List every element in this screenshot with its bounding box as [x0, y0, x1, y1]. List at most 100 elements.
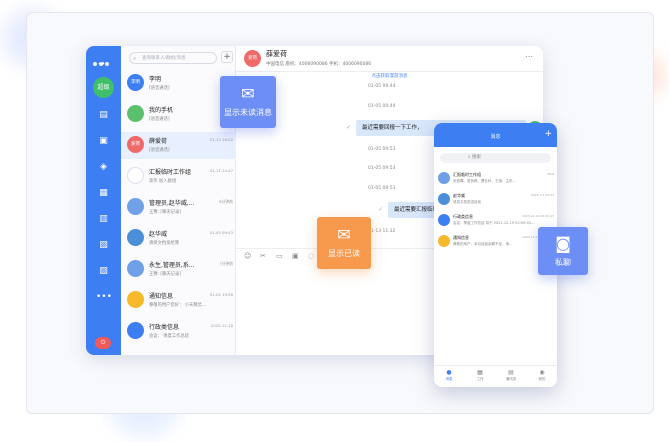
- chat-avatar[interactable]: 爱荷: [244, 50, 261, 67]
- user-avatar[interactable]: 超级: [93, 77, 114, 98]
- left-rail: → 超级 ▤ ▣ ◈ ▦ ▥ ▧ ▨ ••• ⏻: [86, 46, 121, 355]
- contact-avatar: [127, 260, 144, 277]
- mobile-item-time: 2023-12-19 03:09:43: [522, 214, 554, 218]
- timestamp: 01-13 11:32: [368, 229, 396, 234]
- contact-time: 8分钟前: [219, 199, 233, 204]
- add-button[interactable]: +: [221, 51, 233, 63]
- chat-subtitle: 中国电信 座机：4006090086 手机：4006090086: [266, 62, 372, 67]
- chat-bubble-icon: ◙: [555, 234, 571, 253]
- report-icon[interactable]: ▧: [96, 238, 111, 253]
- tab-label: 我的: [538, 377, 546, 381]
- contact-item[interactable]: 管理员,赵华威,... 8分钟前 王豫: [聊天记录]: [121, 194, 236, 221]
- unread-messages-badge[interactable]: ✉ 显示未读消息: [220, 76, 276, 128]
- mobile-item-avatar: [438, 235, 450, 247]
- mobile-title: 消息: [490, 134, 501, 140]
- folder-icon[interactable]: ▭: [276, 252, 283, 260]
- contact-name: 赵华威: [149, 231, 168, 238]
- mobile-add-icon[interactable]: +: [544, 129, 552, 139]
- tab-work[interactable]: ▦ 工作: [465, 369, 495, 382]
- scissors-icon[interactable]: ✂: [260, 252, 266, 260]
- me-tab-icon: ◉: [539, 369, 545, 376]
- contact-preview: 王豫: [聊天记录]: [149, 272, 181, 277]
- contact-item[interactable]: 行政类信息 2022-12-16 会议： 季度工作总结: [121, 318, 236, 345]
- read-check-icon: ✓: [346, 124, 352, 131]
- tab-me[interactable]: ◉ 我的: [527, 369, 557, 382]
- contact-name: 汇报临时工作组: [149, 169, 192, 176]
- file-icon[interactable]: ▥: [96, 212, 111, 227]
- mobile-item-avatar: [438, 172, 450, 184]
- mobile-item-preview: 未铁莓、夏翁郎、曹仕科、王琪、主布...: [453, 179, 516, 183]
- contact-avatar: 李明: [127, 74, 144, 91]
- mobile-list-item[interactable]: 汇报临时工作组 08/8 未铁莓、夏翁郎、曹仕科、王琪、主布...: [434, 169, 557, 189]
- read-check-icon: ✓: [378, 206, 384, 213]
- contact-preview: [语音通话]: [149, 86, 170, 91]
- expand-arrow-icon[interactable]: →: [98, 59, 105, 68]
- private-chat-badge[interactable]: ◙ 私聊: [538, 227, 588, 275]
- contact-time: 01-05 09:43: [209, 230, 233, 235]
- contact-avatar: [127, 105, 144, 122]
- contact-item[interactable]: 通知信息 01-04 19:56 尊敬的用户您好： 小天精灵...: [121, 287, 236, 314]
- contact-time: 01-13 16:02: [209, 137, 233, 142]
- more-options-icon[interactable]: ⋯: [525, 52, 533, 61]
- tab-contacts[interactable]: ▤ 通讯录: [496, 369, 526, 382]
- contact-name: 通知信息: [149, 293, 174, 300]
- mobile-item-time: 08/8: [547, 172, 554, 176]
- mobile-tab-bar: ● 消息 ▦ 工作 ▤ 通讯录 ◉ 我的: [434, 365, 557, 387]
- emoji-icon[interactable]: ☺: [244, 252, 251, 260]
- contact-name: 永生,管理员,系...: [149, 262, 195, 269]
- contact-preview: [语音通话]: [149, 148, 170, 153]
- contact-item[interactable]: 李明李明01-14[语音通话]: [121, 70, 236, 97]
- chart-icon[interactable]: ▨: [96, 264, 111, 279]
- contact-avatar: [127, 291, 144, 308]
- mobile-item-preview: 请将文档发送给我: [453, 200, 481, 204]
- mail-unread-icon: ✉: [241, 84, 255, 103]
- contact-item[interactable]: 我的手机01-13[语音通话]: [121, 101, 236, 128]
- timestamp: 01-05 09:53: [368, 186, 396, 191]
- mobile-header: 消息 +: [434, 123, 557, 147]
- chat-icon[interactable]: ▤: [96, 108, 111, 123]
- mobile-item-time: 2023-1-5 09:43: [530, 193, 554, 197]
- search-input[interactable]: ⌕ 查询联系人/群组/消息: [129, 52, 217, 64]
- badge-label: 显示已读: [328, 249, 360, 258]
- more-icon[interactable]: •••: [96, 290, 112, 305]
- contact-avatar: [127, 198, 144, 215]
- messages-tab-icon: ●: [446, 369, 452, 376]
- timestamp: 01-05 09:44: [368, 84, 396, 89]
- contact-item[interactable]: 汇报临时工作组 01-11 14:47 高伟 加入群组: [121, 163, 236, 190]
- work-tab-icon: ▦: [477, 369, 483, 376]
- mobile-list-item[interactable]: 赵华威 2023-1-5 09:43 请将文档发送给我: [434, 190, 557, 210]
- mobile-search-input[interactable]: ⌕ 搜索: [440, 153, 551, 163]
- contact-preview: 高伟 加入群组: [149, 179, 177, 184]
- contacts-tab-icon: ▤: [508, 369, 514, 376]
- comment-icon[interactable]: ◌: [308, 252, 314, 260]
- contact-item[interactable]: 永生,管理员,系... 7分钟前 王豫: [聊天记录]: [121, 256, 236, 283]
- mobile-item-preview: 尊敬的用户：本月话费余额不足，请...: [453, 242, 513, 246]
- mobile-item-name: 赵华威: [453, 193, 465, 198]
- contact-time: 01-04 19:56: [209, 292, 233, 297]
- badge-label: 私聊: [555, 258, 571, 267]
- load-more-link[interactable]: 点击获取漫游消息: [236, 73, 543, 79]
- mobile-item-avatar: [438, 193, 450, 205]
- mail-read-icon: ✉: [337, 225, 351, 244]
- contact-avatar: [127, 322, 144, 339]
- logout-icon[interactable]: ⏻: [95, 337, 111, 349]
- read-badge[interactable]: ✉ 显示已读: [317, 217, 371, 269]
- contact-name: 李明: [149, 76, 162, 83]
- image-icon[interactable]: ▣: [292, 252, 299, 260]
- apps-cube-icon[interactable]: ◈: [96, 160, 111, 175]
- mobile-item-avatar: [438, 214, 450, 226]
- chat-title: 薛爱荷: [266, 50, 287, 58]
- mobile-item-name: 行政类信息: [453, 214, 473, 219]
- contact-item[interactable]: 赵华威 01-05 09:43 请将文档发给我: [121, 225, 236, 252]
- contact-item[interactable]: 爱荷 薛爱荷 01-13 16:02 [语音通话]: [121, 132, 236, 159]
- contact-preview: [语音通话]: [149, 117, 170, 122]
- mobile-search-placeholder: 搜索: [471, 155, 481, 160]
- mobile-item-name: 汇报临时工作组: [453, 172, 481, 177]
- tab-messages[interactable]: ● 消息: [434, 369, 464, 382]
- contact-name: 管理员,赵华威,...: [149, 200, 195, 207]
- contact-time: 2022-12-16: [210, 323, 233, 328]
- contacts-icon[interactable]: ▣: [96, 134, 111, 149]
- contact-name: 我的手机: [149, 107, 174, 114]
- tab-label: 通讯录: [505, 377, 517, 381]
- document-icon[interactable]: ▦: [96, 186, 111, 201]
